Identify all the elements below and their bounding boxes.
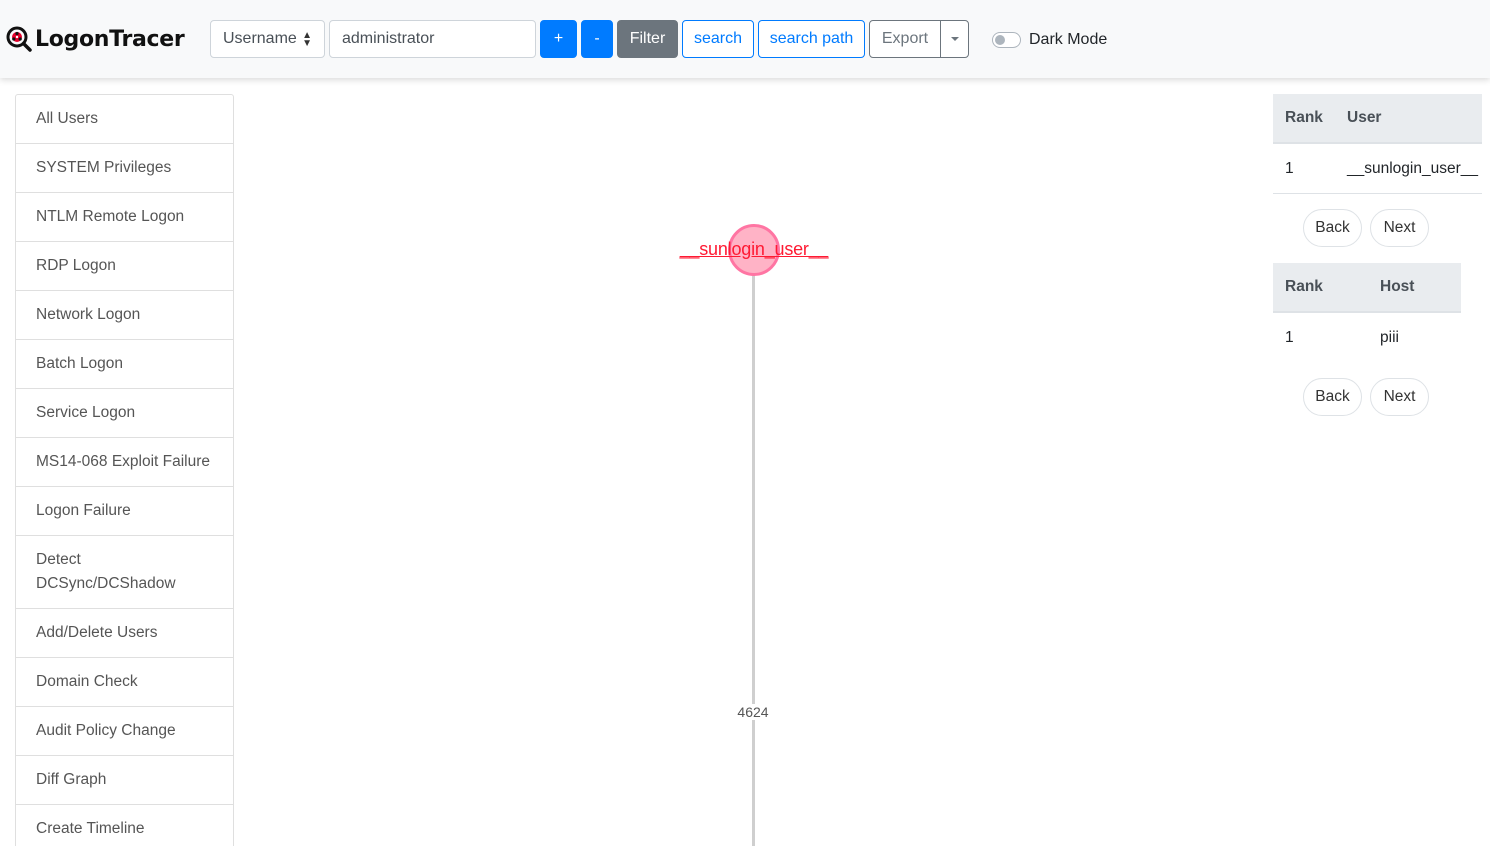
host-cell[interactable]: piii — [1380, 329, 1399, 347]
export-button-group: Export — [869, 20, 969, 58]
search-type-select[interactable]: Username ▲ ▼ — [210, 20, 325, 58]
sidebar: All Users SYSTEM Privileges NTLM Remote … — [15, 94, 234, 846]
user-cell[interactable]: __sunlogin_user__ — [1347, 160, 1478, 178]
dark-mode-toggle[interactable] — [992, 32, 1021, 48]
filter-button[interactable]: Filter — [617, 20, 678, 58]
graph-edge-label: 4624 — [733, 704, 773, 720]
user-next-button[interactable]: Next — [1370, 209, 1429, 247]
logon-tracer-logo-icon — [6, 25, 34, 53]
sidebar-item-create-timeline[interactable]: Create Timeline — [15, 805, 234, 846]
graph-canvas[interactable]: __sunlogin_user__ 4624 — [240, 78, 1270, 846]
sidebar-item-domain-check[interactable]: Domain Check — [15, 658, 234, 707]
search-type-value: Username — [223, 30, 297, 47]
add-field-button[interactable]: + — [540, 20, 577, 58]
sidebar-item-ms14-068[interactable]: MS14-068 Exploit Failure — [15, 438, 234, 487]
search-input[interactable]: administrator — [329, 20, 536, 58]
column-header-rank: Rank — [1285, 278, 1323, 295]
graph-edge[interactable] — [752, 250, 755, 846]
sidebar-item-rdp-logon[interactable]: RDP Logon — [15, 242, 234, 291]
sidebar-item-ntlm-remote-logon[interactable]: NTLM Remote Logon — [15, 193, 234, 242]
search-path-button[interactable]: search path — [758, 20, 865, 58]
column-header-user: User — [1347, 109, 1382, 126]
sidebar-item-all-users[interactable]: All Users — [15, 94, 234, 144]
select-updown-icon: ▲ ▼ — [302, 30, 312, 49]
sidebar-item-dcsync[interactable]: Detect DCSync/DCShadow — [15, 536, 234, 609]
host-rank-header: Rank Host — [1273, 263, 1461, 313]
table-row[interactable]: 1 piii — [1273, 313, 1461, 363]
column-header-host: Host — [1380, 278, 1415, 295]
export-dropdown-toggle[interactable] — [941, 21, 968, 57]
search-input-value: administrator — [342, 30, 435, 47]
sidebar-item-batch-logon[interactable]: Batch Logon — [15, 340, 234, 389]
brand[interactable]: LogonTracer — [6, 24, 185, 54]
rank-cell: 1 — [1285, 159, 1294, 177]
caret-down-icon — [950, 37, 959, 41]
sidebar-item-logon-failure[interactable]: Logon Failure — [15, 487, 234, 536]
host-rank-pager: Back Next — [1303, 378, 1429, 416]
sidebar-item-network-logon[interactable]: Network Logon — [15, 291, 234, 340]
rank-cell: 1 — [1285, 329, 1294, 346]
sidebar-item-system-privileges[interactable]: SYSTEM Privileges — [15, 144, 234, 193]
user-rank-header: Rank User — [1273, 94, 1482, 144]
sidebar-item-add-delete-users[interactable]: Add/Delete Users — [15, 609, 234, 658]
host-back-button[interactable]: Back — [1303, 378, 1362, 416]
toggle-knob — [995, 35, 1005, 45]
host-next-button[interactable]: Next — [1370, 378, 1429, 416]
user-rank-table: Rank User 1 __sunlogin_user__ — [1273, 94, 1482, 194]
table-row[interactable]: 1 __sunlogin_user__ — [1273, 144, 1482, 194]
search-button[interactable]: search — [682, 20, 754, 58]
export-button[interactable]: Export — [870, 21, 941, 57]
user-back-button[interactable]: Back — [1303, 209, 1362, 247]
graph-node-label: __sunlogin_user__ — [679, 239, 829, 259]
brand-name: LogonTracer — [35, 26, 185, 52]
column-header-rank: Rank — [1285, 109, 1323, 126]
user-rank-pager: Back Next — [1303, 209, 1429, 247]
dark-mode-label: Dark Mode — [1029, 31, 1108, 48]
host-rank-table: Rank Host 1 piii — [1273, 263, 1461, 363]
top-navbar: LogonTracer Username ▲ ▼ administrator + … — [0, 0, 1490, 78]
sidebar-item-audit-policy-change[interactable]: Audit Policy Change — [15, 707, 234, 756]
sidebar-item-diff-graph[interactable]: Diff Graph — [15, 756, 234, 805]
remove-field-button[interactable]: - — [581, 20, 613, 58]
sidebar-item-service-logon[interactable]: Service Logon — [15, 389, 234, 438]
